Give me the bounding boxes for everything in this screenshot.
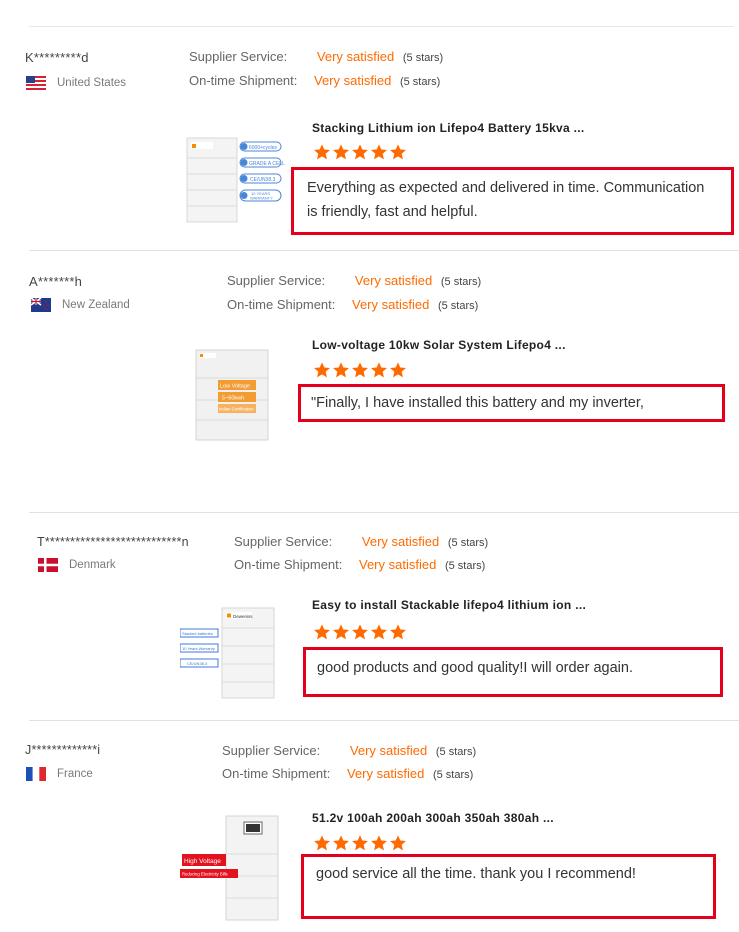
star-icon — [314, 835, 330, 851]
svg-text:Reducing Electricity Bills: Reducing Electricity Bills — [182, 872, 228, 877]
star-icon — [333, 835, 349, 851]
fr-flag-icon — [26, 767, 46, 781]
ontime-shipment-rating: On-time Shipment: Very satisfied (5 star… — [222, 766, 473, 781]
star-icon — [371, 835, 387, 851]
ontime-shipment-count: (5 stars) — [432, 769, 474, 781]
country-label: France — [57, 768, 93, 780]
review-card: J*************i France Supplier Service:… — [0, 0, 739, 932]
product-title[interactable]: 51.2v 100ah 200ah 300ah 350ah 380ah ... — [312, 811, 554, 825]
product-thumbnail[interactable]: High Voltage Reducing Electricity Bills — [180, 814, 284, 922]
star-rating — [313, 834, 407, 852]
reviewer-country: France — [26, 767, 93, 781]
ontime-shipment-value: Very satisfied — [347, 766, 425, 781]
star-icon — [390, 835, 406, 851]
reviewer-name: J*************i — [25, 743, 101, 757]
supplier-service-count: (5 stars) — [435, 746, 477, 758]
supplier-service-rating: Supplier Service: Very satisfied (5 star… — [222, 743, 476, 758]
supplier-service-value: Very satisfied — [349, 743, 428, 758]
ontime-shipment-label: On-time Shipment: — [222, 766, 331, 781]
star-icon — [352, 835, 368, 851]
review-text: good service all the time. thank you I r… — [301, 854, 716, 919]
supplier-service-label: Supplier Service: — [222, 743, 321, 758]
svg-text:High Voltage: High Voltage — [184, 858, 221, 865]
